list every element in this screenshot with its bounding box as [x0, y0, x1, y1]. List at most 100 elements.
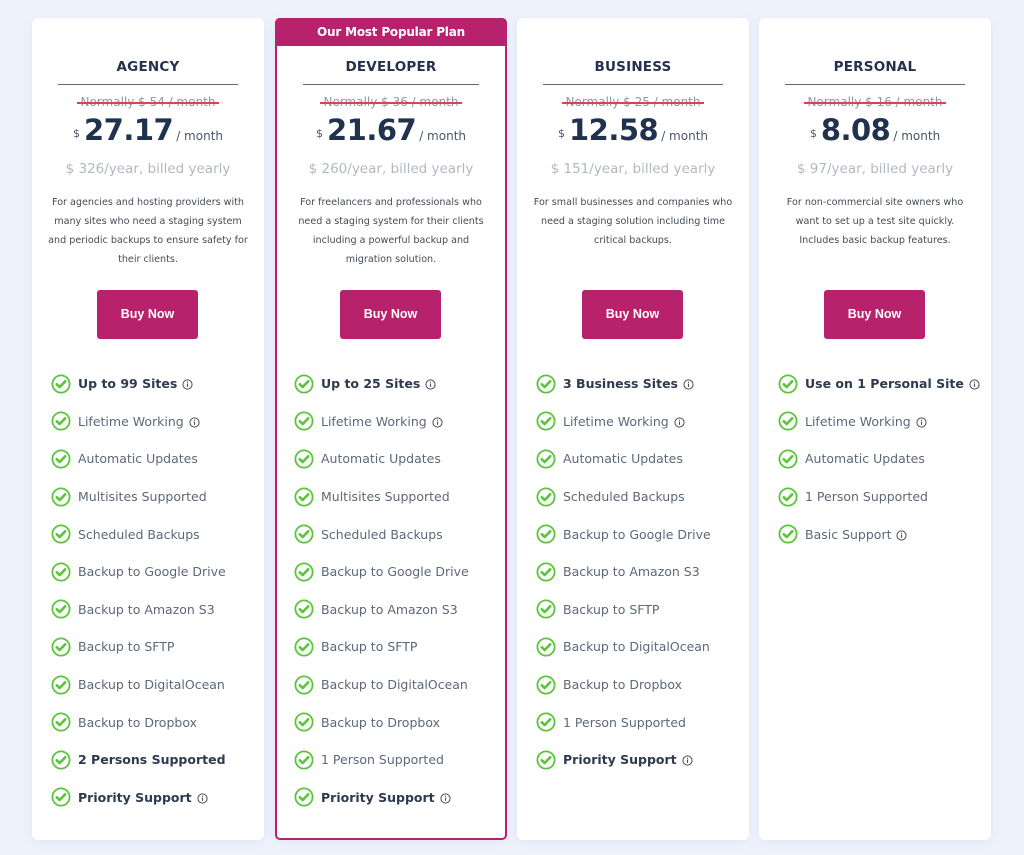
feature-item: Backup to SFTP [536, 591, 711, 629]
feature-label: Backup to Dropbox [321, 714, 440, 730]
info-icon[interactable] [683, 378, 694, 390]
feature-label: Lifetime Working [563, 413, 669, 429]
currency-symbol: $ [557, 127, 565, 140]
feature-list: 3 Business Sites Lifetime Working Automati… [536, 365, 711, 779]
feature-label: Multisites Supported [78, 489, 207, 505]
check-circle-icon [294, 374, 314, 394]
feature-label: Backup to DigitalOcean [321, 677, 468, 693]
check-circle-icon [294, 637, 314, 657]
feature-label: Priority Support [563, 752, 677, 768]
feature-label: 2 Persons Supported [78, 752, 226, 768]
check-circle-icon [51, 562, 71, 582]
feature-label: 1 Person Supported [321, 752, 444, 768]
feature-label: Multisites Supported [321, 489, 450, 505]
feature-item: Priority Support [51, 779, 226, 817]
buy-now-button[interactable]: Buy Now [97, 290, 198, 339]
feature-item: Backup to DigitalOcean [536, 628, 711, 666]
feature-item: Lifetime Working [51, 403, 226, 441]
feature-item: Automatic Updates [536, 440, 711, 478]
feature-label: Automatic Updates [321, 451, 441, 467]
feature-label: Backup to SFTP [321, 639, 418, 655]
feature-label: Backup to Google Drive [78, 564, 226, 580]
plan-name: AGENCY [116, 59, 180, 75]
feature-label: Lifetime Working [321, 413, 427, 429]
info-icon[interactable] [674, 416, 685, 428]
feature-label: Backup to Amazon S3 [78, 601, 215, 617]
feature-item: 1 Person Supported [778, 478, 980, 516]
plan-divider [543, 84, 723, 85]
feature-item: Backup to Amazon S3 [294, 591, 469, 629]
feature-item: Up to 25 Sites [294, 365, 469, 403]
normal-price-text: Normally $ 25 / month [562, 95, 704, 109]
check-circle-icon [51, 750, 71, 770]
check-circle-icon [536, 524, 556, 544]
info-icon[interactable] [197, 792, 208, 804]
check-circle-icon [294, 787, 314, 807]
feature-item: Backup to SFTP [51, 628, 226, 666]
check-circle-icon [536, 675, 556, 695]
feature-label: Backup to Amazon S3 [563, 564, 700, 580]
info-icon[interactable] [425, 378, 436, 390]
yearly-billing: $ 97/year, billed yearly [796, 161, 954, 177]
check-circle-icon [536, 562, 556, 582]
feature-label: Scheduled Backups [321, 526, 443, 542]
feature-label: Automatic Updates [78, 451, 198, 467]
plan-card-personal: PERSONAL Normally $ 16 / month $8.08/ mo… [759, 18, 991, 840]
plan-description: For freelancers and professionals who ne… [298, 197, 484, 265]
info-icon[interactable] [189, 416, 200, 428]
plan-card-business: BUSINESS Normally $ 25 / month $12.58/ m… [517, 18, 749, 840]
info-icon[interactable] [969, 378, 980, 390]
feature-label: Basic Support [805, 526, 892, 542]
price-amount: 27.17 [83, 113, 174, 147]
check-circle-icon [778, 487, 798, 507]
check-circle-icon [778, 411, 798, 431]
info-icon[interactable] [682, 754, 693, 766]
plan-name: DEVELOPER [345, 59, 437, 75]
feature-item: Backup to Dropbox [536, 666, 711, 704]
buy-now-button[interactable]: Buy Now [824, 290, 925, 339]
feature-item: Backup to Amazon S3 [51, 591, 226, 629]
feature-label: Up to 25 Sites [321, 376, 421, 392]
plan-name: BUSINESS [594, 59, 672, 75]
check-circle-icon [536, 449, 556, 469]
buy-now-button[interactable]: Buy Now [582, 290, 683, 339]
feature-item: Priority Support [294, 779, 469, 817]
normal-price: Normally $ 16 / month [759, 95, 991, 109]
feature-item: Backup to Google Drive [536, 515, 711, 553]
price-amount: 12.58 [568, 113, 659, 147]
currency-symbol: $ [315, 127, 323, 140]
info-icon[interactable] [432, 416, 443, 428]
check-circle-icon [294, 599, 314, 619]
currency-symbol: $ [809, 127, 817, 140]
normal-price-text: Normally $ 36 / month [320, 95, 462, 109]
info-icon[interactable] [182, 378, 193, 390]
check-circle-icon [51, 411, 71, 431]
check-circle-icon [51, 787, 71, 807]
normal-price-text: Normally $ 54 / month [77, 95, 219, 109]
feature-item: Priority Support [536, 741, 711, 779]
info-icon[interactable] [440, 792, 451, 804]
check-circle-icon [536, 750, 556, 770]
price-period: / month [419, 129, 467, 143]
feature-label: Priority Support [321, 789, 435, 805]
check-circle-icon [778, 524, 798, 544]
info-icon[interactable] [896, 529, 908, 541]
check-circle-icon [294, 487, 314, 507]
feature-item: Backup to Dropbox [51, 703, 226, 741]
buy-now-button[interactable]: Buy Now [340, 290, 441, 339]
feature-item: Multisites Supported [51, 478, 226, 516]
feature-label: Backup to Amazon S3 [321, 601, 458, 617]
normal-price-text: Normally $ 16 / month [804, 95, 946, 109]
price-amount: 21.67 [326, 113, 417, 147]
feature-item: Lifetime Working [536, 403, 711, 441]
feature-label: 3 Business Sites [563, 376, 678, 392]
currency-symbol: $ [72, 127, 80, 140]
feature-label: Up to 99 Sites [78, 376, 178, 392]
feature-list: Up to 25 Sites Lifetime Working Automatic … [294, 365, 469, 816]
info-icon[interactable] [916, 416, 927, 428]
yearly-billing: $ 260/year, billed yearly [308, 161, 474, 177]
check-circle-icon [536, 487, 556, 507]
feature-label: Backup to SFTP [78, 639, 175, 655]
feature-list: Up to 99 Sites Lifetime Working Automatic … [51, 365, 226, 816]
feature-item: Scheduled Backups [536, 478, 711, 516]
